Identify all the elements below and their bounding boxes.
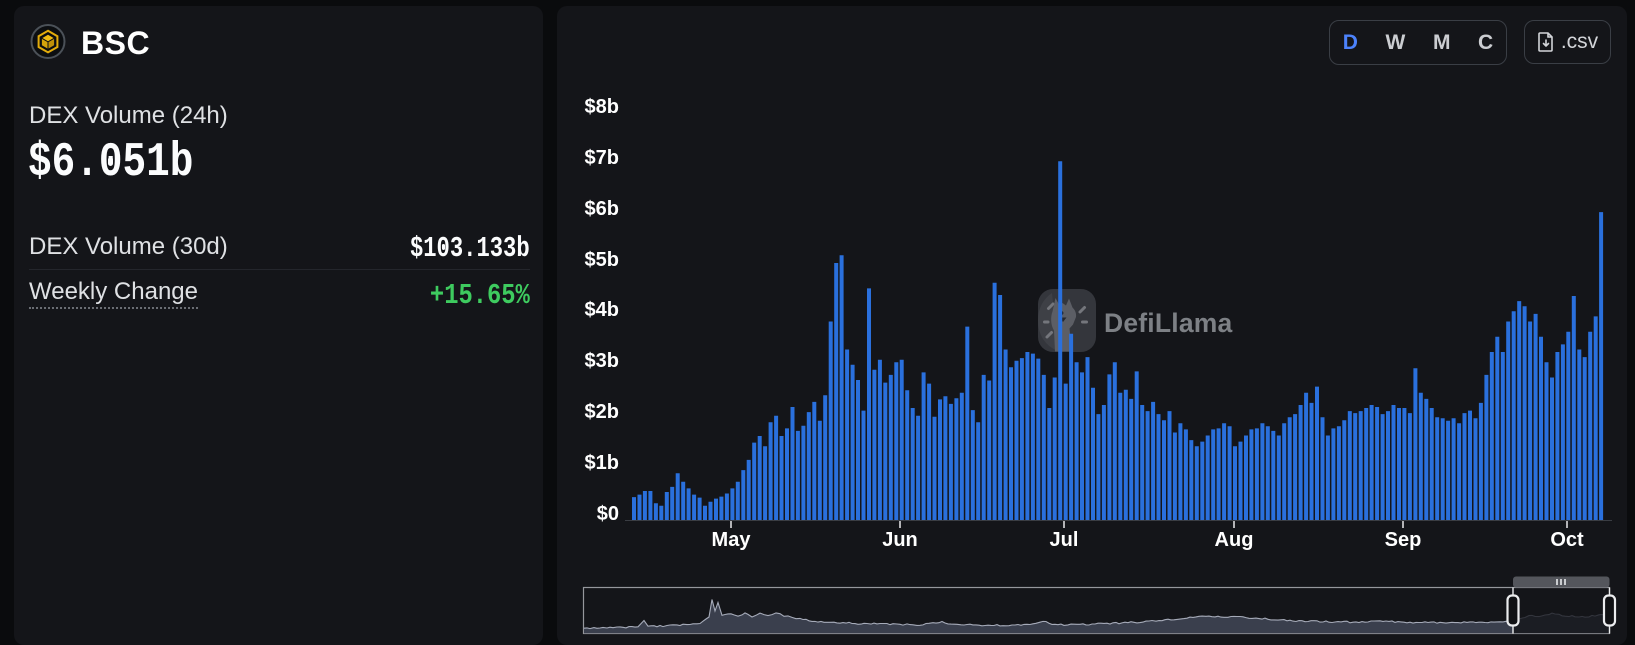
svg-text:May: May bbox=[712, 529, 752, 551]
svg-text:$6b: $6b bbox=[585, 198, 619, 220]
svg-text:$4b: $4b bbox=[585, 299, 619, 321]
svg-text:$8b: $8b bbox=[585, 96, 619, 118]
svg-text:$3b: $3b bbox=[585, 350, 619, 372]
svg-text:Jul: Jul bbox=[1050, 529, 1079, 551]
svg-text:Sep: Sep bbox=[1385, 529, 1422, 551]
svg-text:$7b: $7b bbox=[585, 147, 619, 169]
svg-text:Aug: Aug bbox=[1215, 529, 1254, 551]
svg-text:$0: $0 bbox=[597, 503, 619, 525]
svg-text:Oct: Oct bbox=[1550, 529, 1584, 551]
svg-text:$2b: $2b bbox=[585, 401, 619, 423]
svg-text:$5b: $5b bbox=[585, 249, 619, 271]
svg-text:$1b: $1b bbox=[585, 452, 619, 474]
svg-text:Jun: Jun bbox=[882, 529, 918, 551]
svg-text:DefiLlama: DefiLlama bbox=[1104, 308, 1233, 338]
